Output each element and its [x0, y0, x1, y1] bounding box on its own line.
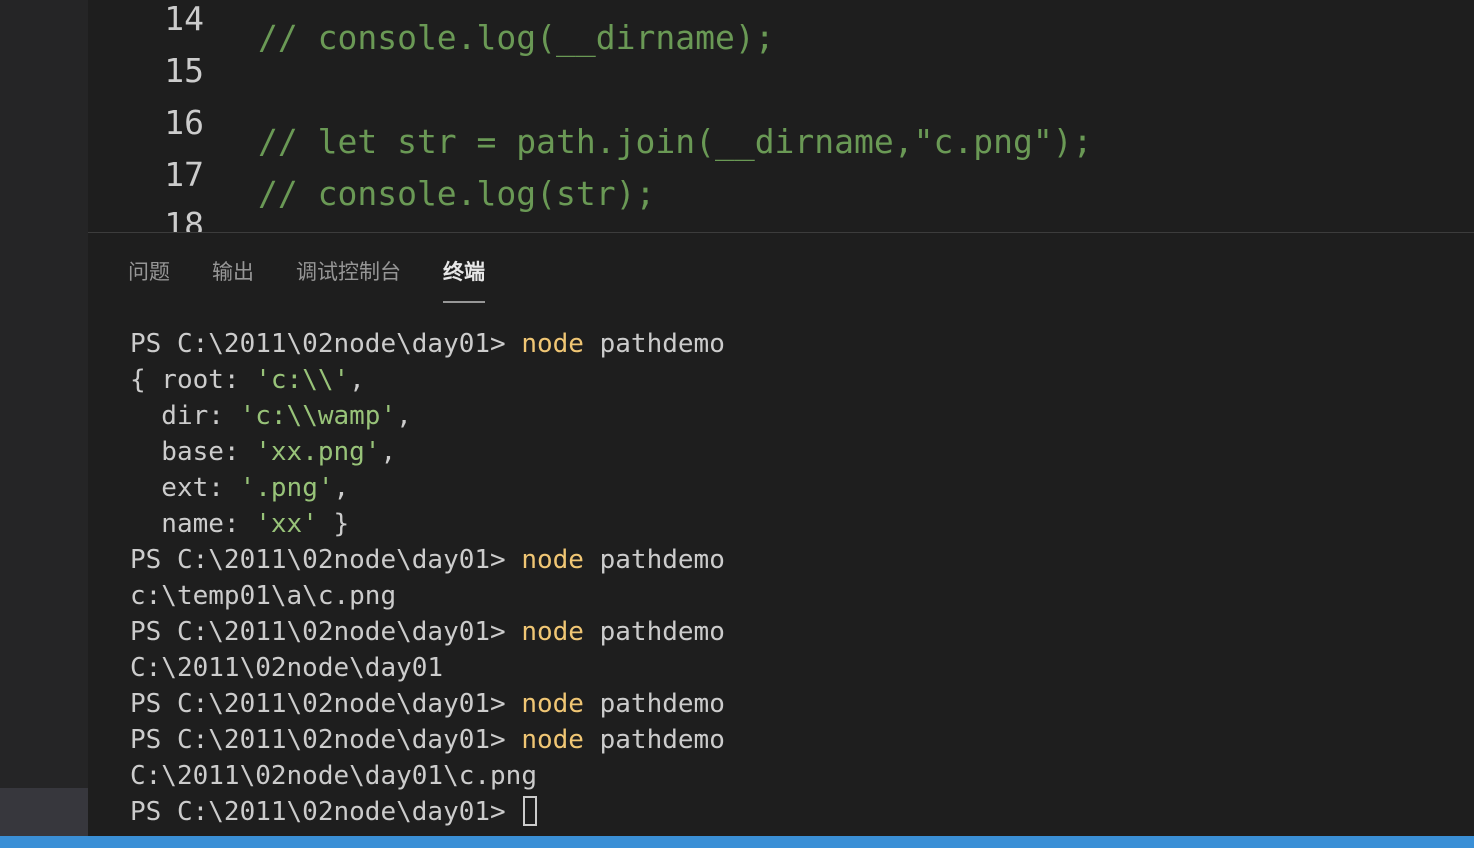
code-editor[interactable]: 14 // console.log(__dirname); 15 16 // l…: [88, 0, 1474, 232]
command-arg: pathdemo: [583, 725, 725, 755]
tab-terminal[interactable]: 终端: [443, 255, 485, 303]
object-key: name:: [130, 509, 256, 539]
prompt: PS C:\2011\02node\day01>: [130, 545, 522, 575]
code-line: 16 // let str = path.join(__dirname,"c.p…: [88, 78, 1474, 161]
command-keyword: node: [521, 725, 584, 755]
command-arg: pathdemo: [583, 617, 725, 647]
punctuation: ,: [333, 473, 350, 503]
terminal-output-line: C:\2011\02node\day01: [130, 653, 444, 683]
tab-output[interactable]: 输出: [212, 255, 254, 295]
activity-bar: [0, 0, 88, 836]
terminal-line: PS C:\2011\02node\day01> node pathdemo: [130, 542, 1450, 578]
object-value: 'xx.png': [255, 437, 381, 467]
terminal-line: PS C:\2011\02node\day01> node pathdemo: [130, 722, 1450, 758]
command-arg: pathdemo: [583, 545, 725, 575]
prompt: PS C:\2011\02node\day01>: [130, 329, 522, 359]
terminal-line: dir: 'c:\\wamp',: [130, 398, 1450, 434]
command-arg: pathdemo: [583, 329, 725, 359]
terminal-line: base: 'xx.png',: [130, 434, 1450, 470]
prompt: PS C:\2011\02node\day01>: [130, 617, 522, 647]
status-bar: [0, 836, 1474, 848]
code-line: 18: [88, 180, 1474, 232]
terminal-output-line: C:\2011\02node\day01\c.png: [130, 761, 537, 791]
panel-tabs: 问题 输出 调试控制台 终端: [128, 255, 527, 303]
terminal-line: PS C:\2011\02node\day01>: [130, 794, 1450, 830]
object-value: 'xx': [255, 509, 318, 539]
bottom-panel: 问题 输出 调试控制台 终端 PS C:\2011\02node\day01> …: [88, 233, 1474, 836]
object-value: '.png': [239, 473, 334, 503]
object-key: ext:: [130, 473, 240, 503]
code-line: 15: [88, 26, 1474, 90]
tab-problems[interactable]: 问题: [128, 255, 170, 295]
command-keyword: node: [521, 617, 584, 647]
object-key: base:: [130, 437, 256, 467]
prompt: PS C:\2011\02node\day01>: [130, 725, 522, 755]
command-keyword: node: [521, 329, 584, 359]
terminal-output-line: c:\temp01\a\c.png: [130, 581, 397, 611]
prompt: PS C:\2011\02node\day01>: [130, 797, 522, 827]
terminal-line: name: 'xx' }: [130, 506, 1450, 542]
terminal-line: PS C:\2011\02node\day01> node pathdemo: [130, 686, 1450, 722]
prompt: PS C:\2011\02node\day01>: [130, 689, 522, 719]
terminal-cursor[interactable]: [523, 796, 538, 826]
vscode-window: 14 // console.log(__dirname); 15 16 // l…: [0, 0, 1474, 848]
punctuation: ,: [396, 401, 412, 431]
terminal-output[interactable]: PS C:\2011\02node\day01> node pathdemo {…: [130, 326, 1450, 830]
line-number: 18: [164, 205, 204, 232]
code-line: 14 // console.log(__dirname);: [88, 0, 1474, 57]
terminal-line: ext: '.png',: [130, 470, 1450, 506]
terminal-line: PS C:\2011\02node\day01> node pathdemo: [130, 326, 1450, 362]
command-keyword: node: [521, 545, 584, 575]
code-line: 17 // console.log(str);: [88, 130, 1474, 213]
punctuation: ,: [349, 365, 365, 395]
object-value: 'c:\\wamp': [239, 401, 397, 431]
terminal-line: PS C:\2011\02node\day01> node pathdemo: [130, 614, 1450, 650]
tab-debug-console[interactable]: 调试控制台: [296, 255, 401, 295]
command-arg: pathdemo: [583, 689, 725, 719]
punctuation: }: [317, 509, 350, 539]
punctuation: ,: [380, 437, 397, 467]
object-key: dir:: [130, 401, 240, 431]
activity-bar-active-item[interactable]: [0, 788, 88, 836]
command-keyword: node: [521, 689, 584, 719]
terminal-line: { root: 'c:\\',: [130, 362, 1450, 398]
object-key: { root:: [130, 365, 256, 395]
object-value: 'c:\\': [255, 365, 350, 395]
